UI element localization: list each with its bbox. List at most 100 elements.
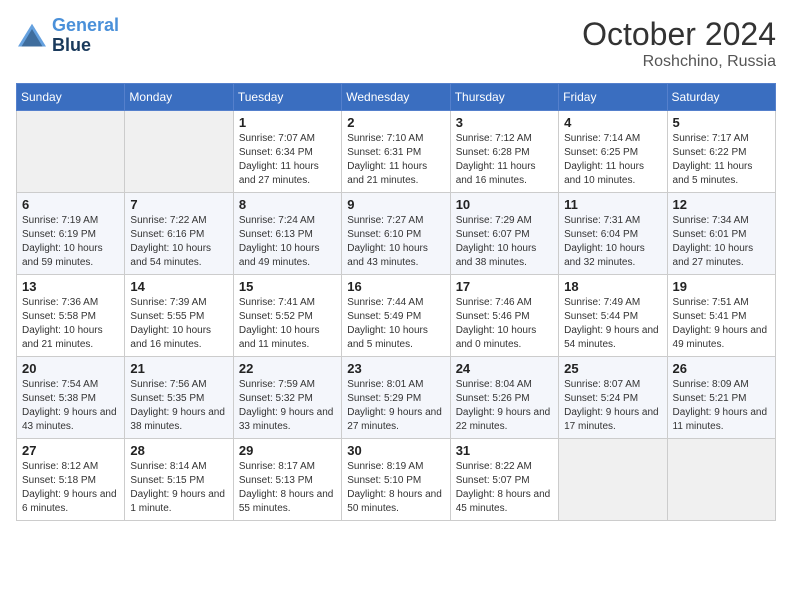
- calendar-cell: 10 Sunrise: 7:29 AM Sunset: 6:07 PM Dayli…: [450, 193, 558, 275]
- calendar-cell: 19Sunrise: 7:51 AM Sunset: 5:41 PM Dayli…: [667, 275, 775, 357]
- day-number: 24: [456, 361, 553, 376]
- calendar-cell: 27 Sunrise: 8:12 AM Sunset: 5:18 PM Dayli…: [17, 439, 125, 521]
- day-number: 20: [22, 361, 119, 376]
- day-info: Sunrise: 7:29 AM Sunset: 6:07 PM Dayligh…: [456, 214, 553, 270]
- day-number: 25: [564, 361, 661, 376]
- day-info: Sunrise: 7:07 AM Sunset: 6:34 PM Dayligh…: [239, 132, 336, 188]
- calendar-cell: 24 Sunrise: 8:04 AM Sunset: 5:26 PM Dayli…: [450, 357, 558, 439]
- calendar-cell: 18 Sunrise: 7:49 AM Sunset: 5:44 PM Dayli…: [559, 275, 667, 357]
- calendar-cell: 2 Sunrise: 7:10 AM Sunset: 6:31 PM Daylig…: [342, 111, 450, 193]
- calendar-cell: 5 Sunrise: 7:17 AM Sunset: 6:22 PM Daylig…: [667, 111, 775, 193]
- day-number: 31: [456, 443, 553, 458]
- day-info: Sunrise: 7:56 AM Sunset: 5:35 PM Dayligh…: [130, 378, 227, 434]
- calendar-cell: 15 Sunrise: 7:41 AM Sunset: 5:52 PM Dayli…: [233, 275, 341, 357]
- day-info: Sunrise: 7:34 AM Sunset: 6:01 PM Dayligh…: [673, 214, 770, 270]
- day-info: Sunrise: 8:07 AM Sunset: 5:24 PM Dayligh…: [564, 378, 661, 434]
- calendar-cell: 26 Sunrise: 8:09 AM Sunset: 5:21 PM Dayli…: [667, 357, 775, 439]
- logo-text2: Blue: [52, 36, 119, 56]
- calendar-cell: 21 Sunrise: 7:56 AM Sunset: 5:35 PM Dayli…: [125, 357, 233, 439]
- calendar-cell: 8Sunrise: 7:24 AM Sunset: 6:13 PM Daylig…: [233, 193, 341, 275]
- day-info: Sunrise: 7:24 AM Sunset: 6:13 PM Dayligh…: [239, 214, 336, 270]
- logo-text: General: [52, 16, 119, 36]
- logo-icon: [16, 22, 48, 50]
- day-info: Sunrise: 7:14 AM Sunset: 6:25 PM Dayligh…: [564, 132, 661, 188]
- calendar-cell: 31 Sunrise: 8:22 AM Sunset: 5:07 PM Dayli…: [450, 439, 558, 521]
- calendar-cell: 20 Sunrise: 7:54 AM Sunset: 5:38 PM Dayli…: [17, 357, 125, 439]
- day-number: 2: [347, 115, 444, 130]
- calendar-cell: [17, 111, 125, 193]
- day-info: Sunrise: 8:04 AM Sunset: 5:26 PM Dayligh…: [456, 378, 553, 434]
- day-info: Sunrise: 7:39 AM Sunset: 5:55 PM Dayligh…: [130, 296, 227, 352]
- calendar-cell: 12 Sunrise: 7:34 AM Sunset: 6:01 PM Dayli…: [667, 193, 775, 275]
- day-number: 29: [239, 443, 336, 458]
- subtitle: Roshchino, Russia: [582, 53, 776, 71]
- day-number: 9: [347, 197, 444, 212]
- day-info: Sunrise: 8:01 AM Sunset: 5:29 PM Dayligh…: [347, 378, 444, 434]
- day-number: 17: [456, 279, 553, 294]
- calendar-cell: [559, 439, 667, 521]
- day-number: 7: [130, 197, 227, 212]
- day-number: 27: [22, 443, 119, 458]
- weekday-header-tuesday: Tuesday: [233, 84, 341, 111]
- day-info: Sunrise: 7:41 AM Sunset: 5:52 PM Dayligh…: [239, 296, 336, 352]
- day-info: Sunrise: 8:17 AM Sunset: 5:13 PM Dayligh…: [239, 460, 336, 516]
- day-number: 11: [564, 197, 661, 212]
- title-block: October 2024 Roshchino, Russia: [582, 16, 776, 71]
- day-number: 1: [239, 115, 336, 130]
- page-header: General Blue October 2024 Roshchino, Rus…: [16, 16, 776, 71]
- calendar-cell: 3Sunrise: 7:12 AM Sunset: 6:28 PM Daylig…: [450, 111, 558, 193]
- day-info: Sunrise: 7:44 AM Sunset: 5:49 PM Dayligh…: [347, 296, 444, 352]
- day-number: 10: [456, 197, 553, 212]
- calendar-cell: 28Sunrise: 8:14 AM Sunset: 5:15 PM Dayli…: [125, 439, 233, 521]
- weekday-header-thursday: Thursday: [450, 84, 558, 111]
- day-number: 12: [673, 197, 770, 212]
- logo: General Blue: [16, 16, 119, 56]
- day-info: Sunrise: 8:22 AM Sunset: 5:07 PM Dayligh…: [456, 460, 553, 516]
- calendar-cell: 22Sunrise: 7:59 AM Sunset: 5:32 PM Dayli…: [233, 357, 341, 439]
- day-info: Sunrise: 7:19 AM Sunset: 6:19 PM Dayligh…: [22, 214, 119, 270]
- day-info: Sunrise: 7:10 AM Sunset: 6:31 PM Dayligh…: [347, 132, 444, 188]
- calendar-cell: 7 Sunrise: 7:22 AM Sunset: 6:16 PM Daylig…: [125, 193, 233, 275]
- day-number: 26: [673, 361, 770, 376]
- weekday-header-monday: Monday: [125, 84, 233, 111]
- day-info: Sunrise: 8:09 AM Sunset: 5:21 PM Dayligh…: [673, 378, 770, 434]
- calendar-cell: 13 Sunrise: 7:36 AM Sunset: 5:58 PM Dayli…: [17, 275, 125, 357]
- day-info: Sunrise: 7:54 AM Sunset: 5:38 PM Dayligh…: [22, 378, 119, 434]
- day-info: Sunrise: 7:22 AM Sunset: 6:16 PM Dayligh…: [130, 214, 227, 270]
- day-number: 21: [130, 361, 227, 376]
- day-number: 19: [673, 279, 770, 294]
- calendar-cell: 14 Sunrise: 7:39 AM Sunset: 5:55 PM Dayli…: [125, 275, 233, 357]
- day-number: 22: [239, 361, 336, 376]
- day-number: 13: [22, 279, 119, 294]
- calendar-cell: 9 Sunrise: 7:27 AM Sunset: 6:10 PM Daylig…: [342, 193, 450, 275]
- day-info: Sunrise: 7:49 AM Sunset: 5:44 PM Dayligh…: [564, 296, 661, 352]
- day-info: Sunrise: 7:17 AM Sunset: 6:22 PM Dayligh…: [673, 132, 770, 188]
- calendar-cell: 23 Sunrise: 8:01 AM Sunset: 5:29 PM Dayli…: [342, 357, 450, 439]
- calendar-cell: 25 Sunrise: 8:07 AM Sunset: 5:24 PM Dayli…: [559, 357, 667, 439]
- weekday-header-saturday: Saturday: [667, 84, 775, 111]
- calendar-cell: [667, 439, 775, 521]
- calendar-cell: 16Sunrise: 7:44 AM Sunset: 5:49 PM Dayli…: [342, 275, 450, 357]
- calendar-table: SundayMondayTuesdayWednesdayThursdayFrid…: [16, 83, 776, 521]
- day-number: 18: [564, 279, 661, 294]
- calendar-cell: 11Sunrise: 7:31 AM Sunset: 6:04 PM Dayli…: [559, 193, 667, 275]
- day-number: 28: [130, 443, 227, 458]
- day-number: 4: [564, 115, 661, 130]
- weekday-header-sunday: Sunday: [17, 84, 125, 111]
- day-number: 14: [130, 279, 227, 294]
- day-info: Sunrise: 8:19 AM Sunset: 5:10 PM Dayligh…: [347, 460, 444, 516]
- calendar-cell: 6Sunrise: 7:19 AM Sunset: 6:19 PM Daylig…: [17, 193, 125, 275]
- calendar-cell: 17Sunrise: 7:46 AM Sunset: 5:46 PM Dayli…: [450, 275, 558, 357]
- day-info: Sunrise: 7:27 AM Sunset: 6:10 PM Dayligh…: [347, 214, 444, 270]
- day-number: 5: [673, 115, 770, 130]
- day-info: Sunrise: 8:12 AM Sunset: 5:18 PM Dayligh…: [22, 460, 119, 516]
- weekday-header-wednesday: Wednesday: [342, 84, 450, 111]
- calendar-cell: [125, 111, 233, 193]
- day-info: Sunrise: 7:36 AM Sunset: 5:58 PM Dayligh…: [22, 296, 119, 352]
- day-number: 15: [239, 279, 336, 294]
- calendar-cell: 30Sunrise: 8:19 AM Sunset: 5:10 PM Dayli…: [342, 439, 450, 521]
- month-title: October 2024: [582, 16, 776, 53]
- weekday-header-friday: Friday: [559, 84, 667, 111]
- day-number: 23: [347, 361, 444, 376]
- day-info: Sunrise: 7:12 AM Sunset: 6:28 PM Dayligh…: [456, 132, 553, 188]
